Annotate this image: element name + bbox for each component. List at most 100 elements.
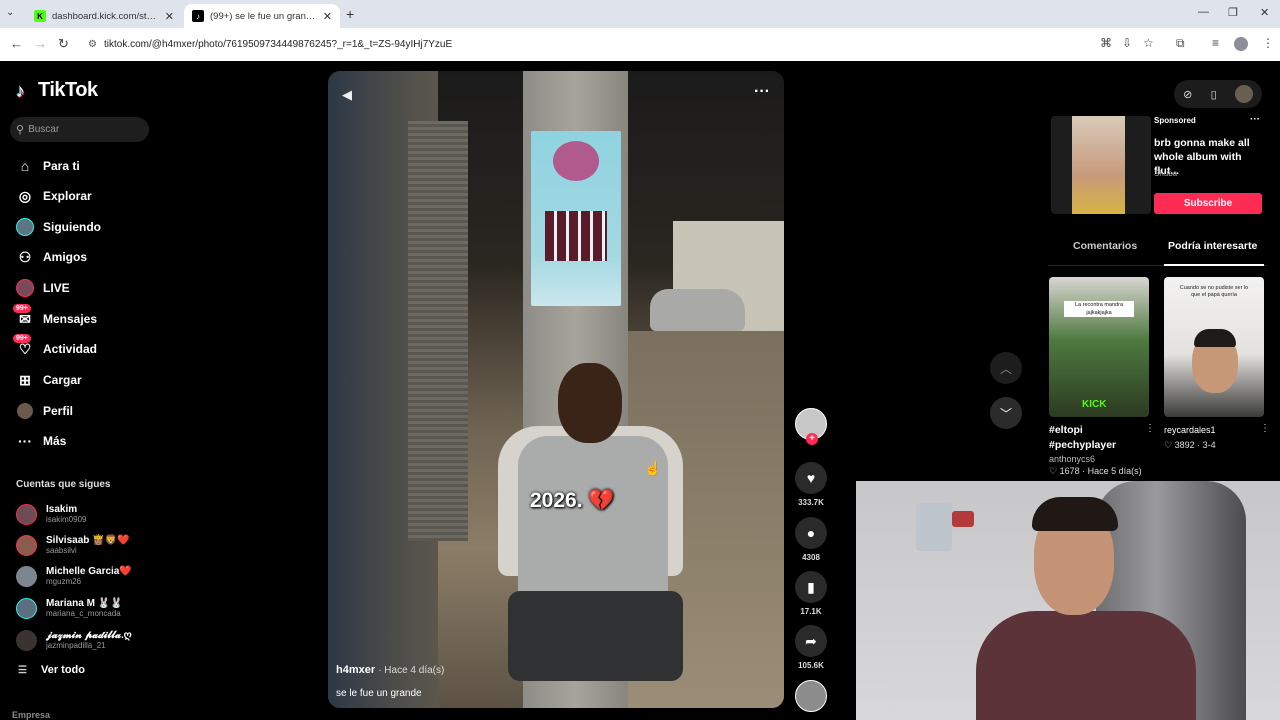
post-author[interactable]: h4mxer · Hace 4 día(s) [336,664,444,676]
recommended-user[interactable]: reycardales1 [1164,423,1264,438]
search-icon: ⚲ [16,124,25,136]
next-post-button[interactable]: ﹀ [990,397,1022,429]
top-utility-bar: ⊘ ▯ [1174,80,1262,108]
upload-icon: ⊞ [19,371,31,388]
see-all-button[interactable]: ☰ Ver todo [18,664,85,676]
browser-profile-avatar[interactable] [1234,37,1248,51]
following-name: 𝓳𝓪𝔃𝓶𝓲𝓷 𝓹𝓪𝓭𝓲𝓵𝓵𝓪.ღ [46,630,132,641]
following-item[interactable]: Silvisaab 👸🏽🦁❤️ saabsilvi [16,532,130,558]
following-item[interactable]: Isakim isakim0909 [16,501,86,527]
live-icon [16,279,34,297]
sidebar-item-siguiendo[interactable]: Siguiendo [16,217,101,237]
reload-icon[interactable]: ↻ [58,36,69,52]
sidebar-item-mas[interactable]: ··· Más [16,431,66,451]
following-item[interactable]: 𝓳𝓪𝔃𝓶𝓲𝓷 𝓹𝓪𝓭𝓲𝓵𝓵𝓪.ღ jazminpadilla_21 [16,627,132,653]
sidebar-item-label: Para ti [43,159,80,173]
sidebar: ♪ TikTok ⚲ ⌂ Para ti ◎ Explorar Siguiend… [0,61,300,720]
media-icon[interactable]: ≡ [1212,36,1219,50]
new-tab-button[interactable]: + [346,6,354,22]
comment-icon: ● [795,517,827,549]
scene-boy-shorts [508,591,683,681]
bookmark-star-icon[interactable]: ☆ [1143,36,1154,50]
scene-shutter [408,121,468,541]
translate-icon[interactable]: ⌘ [1100,36,1112,50]
ad-thumbnail[interactable] [1051,116,1151,214]
sound-avatar-button[interactable] [794,680,828,712]
minimize-icon[interactable]: — [1198,6,1209,18]
tab-kick-dashboard[interactable]: K dashboard.kick.com/stream ✕ [26,4,182,28]
avatar [16,534,37,556]
recommended-thumbnail[interactable]: Cuando se no pudiste ser lo que el papá … [1164,277,1264,417]
recommended-more-icon[interactable]: ⋮ [1145,423,1155,434]
following-section-title: Cuentas que sigues [16,479,111,490]
save-button[interactable]: ▮ 17.1K [794,571,828,616]
tab-comentarios[interactable]: Comentarios [1073,240,1137,252]
extensions-icon[interactable]: ⧉ [1176,36,1185,51]
share-button[interactable]: ➦ 105.6K [794,625,828,670]
coin-icon[interactable]: ⊘ [1183,88,1192,101]
following-handle: jazminpadilla_21 [46,641,106,650]
post-more-icon[interactable]: ··· [754,83,770,101]
recommended-user[interactable]: anthonycs6 [1049,454,1149,464]
tab-search-icon[interactable]: ⌄ [6,7,14,18]
device-icon[interactable]: ▯ [1211,88,1217,101]
previous-post-button[interactable]: ︿ [990,352,1022,384]
ad-more-icon[interactable]: ··· [1250,114,1260,125]
ad-author[interactable]: Shuba [1154,169,1177,178]
share-icon: ➦ [795,625,827,657]
following-item[interactable]: Michelle Garcia❤️ mguzm26 [16,563,132,589]
close-tab-icon[interactable]: ✕ [323,10,332,23]
footer-empresa-link[interactable]: Empresa [12,710,50,720]
more-icon: ··· [18,433,32,449]
sidebar-item-para-ti[interactable]: ⌂ Para ti [16,156,80,176]
user-avatar[interactable] [1234,85,1253,103]
site-info-icon[interactable]: ⚙ [88,33,97,56]
author-name[interactable]: h4mxer [336,664,375,676]
sidebar-item-amigos[interactable]: ⚇ Amigos [16,247,87,267]
post-time: · Hace 4 día(s) [378,665,445,676]
recommended-item[interactable]: La recontra mandra jajkakjajka KICK #elt… [1049,277,1155,477]
tab-title: dashboard.kick.com/stream [52,10,159,22]
sidebar-item-label: Cargar [43,373,82,387]
close-tab-icon[interactable]: ✕ [165,10,174,23]
recommended-item[interactable]: Cuando se no pudiste ser lo que el papá … [1164,277,1270,451]
tiktok-logo[interactable]: ♪ TikTok [16,79,98,102]
activity-icon: ♡ 99+ [13,334,34,358]
close-window-icon[interactable]: ✕ [1260,6,1269,19]
author-avatar-button[interactable]: + [794,408,828,445]
sidebar-item-mensajes[interactable]: ✉ 99+ Mensajes [13,304,98,329]
sidebar-item-label: Amigos [43,250,88,264]
url-field[interactable]: ⚙ tiktok.com/@h4mxer/photo/7619509734449… [80,33,1090,56]
sidebar-item-label: Mensajes [43,312,98,326]
recommended-more-icon[interactable]: ⋮ [1260,423,1270,434]
back-icon[interactable]: ← [10,36,23,51]
sidebar-item-cargar[interactable]: ⊞ Cargar [16,370,82,390]
browser-menu-icon[interactable]: ⋮ [1262,36,1274,50]
follow-plus-icon[interactable]: + [806,433,818,445]
comment-button[interactable]: ● 4308 [794,517,828,562]
sidebar-item-label: Actividad [43,342,98,356]
search-input[interactable] [28,124,129,135]
sidebar-item-live[interactable]: LIVE [16,278,70,298]
sidebar-item-perfil[interactable]: Perfil [16,401,73,421]
mute-icon[interactable]: ◀︎ [342,87,352,103]
list-icon: ☰ [18,664,27,676]
following-item[interactable]: Mariana M 🐰🐰 mariana_c_moncada [16,595,123,621]
forward-icon[interactable]: → [34,36,47,51]
like-button[interactable]: ♥ 333.7K [794,462,828,507]
poster-bottles [545,211,607,261]
following-handle: saabsilvi [46,546,77,555]
see-all-label: Ver todo [40,664,85,676]
maximize-icon[interactable]: ❐ [1228,6,1238,19]
recommended-thumbnail[interactable]: La recontra mandra jajkakjajka KICK [1049,277,1149,417]
post-media[interactable]: ◀︎ ··· 2026. 💔 h4mxer · Hace 4 día(s) se… [328,71,784,708]
sidebar-item-label: LIVE [43,281,70,295]
sidebar-item-actividad[interactable]: ♡ 99+ Actividad [13,334,98,359]
chevron-down-icon: ﹀ [999,406,1012,421]
search-box[interactable]: ⚲ [10,117,149,142]
tab-tiktok[interactable]: ♪ (99+) se le fue un grande | h4mxer ✕ [184,4,340,28]
tab-podria-interesarte[interactable]: Podría interesarte [1168,240,1257,252]
install-icon[interactable]: ⇩ [1122,36,1132,50]
subscribe-button[interactable]: Subscribe [1154,193,1262,214]
sidebar-item-explorar[interactable]: ◎ Explorar [16,186,92,206]
